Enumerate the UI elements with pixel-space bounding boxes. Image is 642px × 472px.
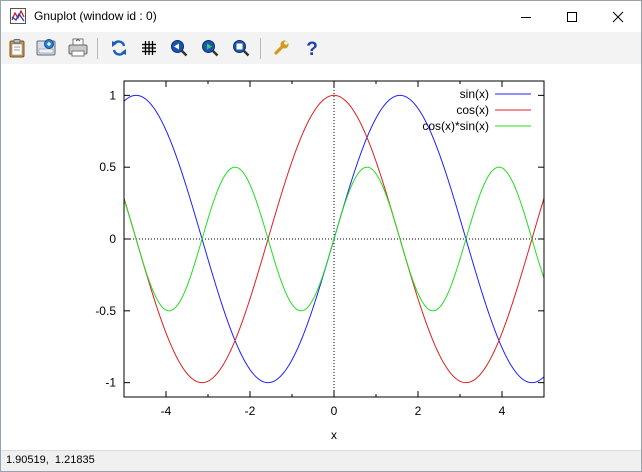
legend-label: cos(x) xyxy=(456,103,489,117)
close-button[interactable] xyxy=(595,1,641,32)
maximize-button[interactable] xyxy=(549,1,595,32)
minimize-icon xyxy=(521,16,531,18)
y-tick-label: 1 xyxy=(109,88,116,102)
wrench-icon xyxy=(274,40,289,55)
print-button[interactable] xyxy=(66,36,90,60)
x-tick-label: 4 xyxy=(499,404,506,418)
gnuplot-app-icon xyxy=(10,8,26,24)
svg-text:?: ? xyxy=(306,39,318,58)
unzoom-button[interactable] xyxy=(229,36,253,60)
toolbar-separator xyxy=(260,38,261,59)
zoom-next-button[interactable] xyxy=(198,36,222,60)
legend-label: sin(x) xyxy=(460,87,489,101)
maximize-icon xyxy=(567,11,577,22)
legend-label: cos(x)*sin(x) xyxy=(422,119,489,133)
replot-button[interactable] xyxy=(107,36,131,60)
title-bar[interactable]: Gnuplot (window id : 0) xyxy=(1,1,641,32)
zoom-next-icon xyxy=(202,40,219,57)
replot-icon xyxy=(112,40,126,56)
plot-svg: -4 -2 0 2 4 -1 -0.5 0 0.5 1 sin(x) cos(x) cos(x)*sin… xyxy=(95,80,545,442)
save-icon xyxy=(36,39,56,56)
x-tick-label: -4 xyxy=(161,404,172,418)
grid-button[interactable] xyxy=(137,36,161,60)
y-tick-label: 0.5 xyxy=(99,160,116,174)
toolbar-separator xyxy=(97,38,98,59)
printer-icon xyxy=(68,38,88,57)
help-icon: ? xyxy=(306,39,318,58)
window-title: Gnuplot (window id : 0) xyxy=(34,9,157,23)
y-tick-label: -1 xyxy=(105,376,116,390)
zoom-previous-icon xyxy=(171,40,188,57)
grid-icon xyxy=(142,41,156,55)
close-icon xyxy=(612,11,624,22)
x-tick-label: 0 xyxy=(331,404,338,418)
copy-to-clipboard-button[interactable] xyxy=(5,36,29,60)
unzoom-icon xyxy=(233,40,250,57)
x-tick-label: 2 xyxy=(415,404,422,418)
y-tick-label: 0 xyxy=(109,232,116,246)
status-bar: 1.90519, 1.21835 xyxy=(1,450,641,471)
save-button[interactable] xyxy=(34,36,58,60)
toolbar: ? xyxy=(1,32,641,64)
gnuplot-window: Gnuplot (window id : 0) ? -4 -2 0 2 4 -1… xyxy=(0,0,642,472)
minimize-button[interactable] xyxy=(503,1,549,32)
x-axis-label: x xyxy=(331,428,337,442)
x-tick-label: -2 xyxy=(245,404,256,418)
clipboard-icon xyxy=(9,39,25,58)
zoom-previous-button[interactable] xyxy=(167,36,191,60)
y-tick-label: -0.5 xyxy=(95,304,116,318)
mouse-coordinates: 1.90519, 1.21835 xyxy=(6,454,95,466)
plot-canvas[interactable]: -4 -2 0 2 4 -1 -0.5 0 0.5 1 sin(x) cos(x) cos(x)*sin… xyxy=(1,64,641,449)
options-button[interactable] xyxy=(269,36,293,60)
help-button[interactable]: ? xyxy=(300,36,324,60)
